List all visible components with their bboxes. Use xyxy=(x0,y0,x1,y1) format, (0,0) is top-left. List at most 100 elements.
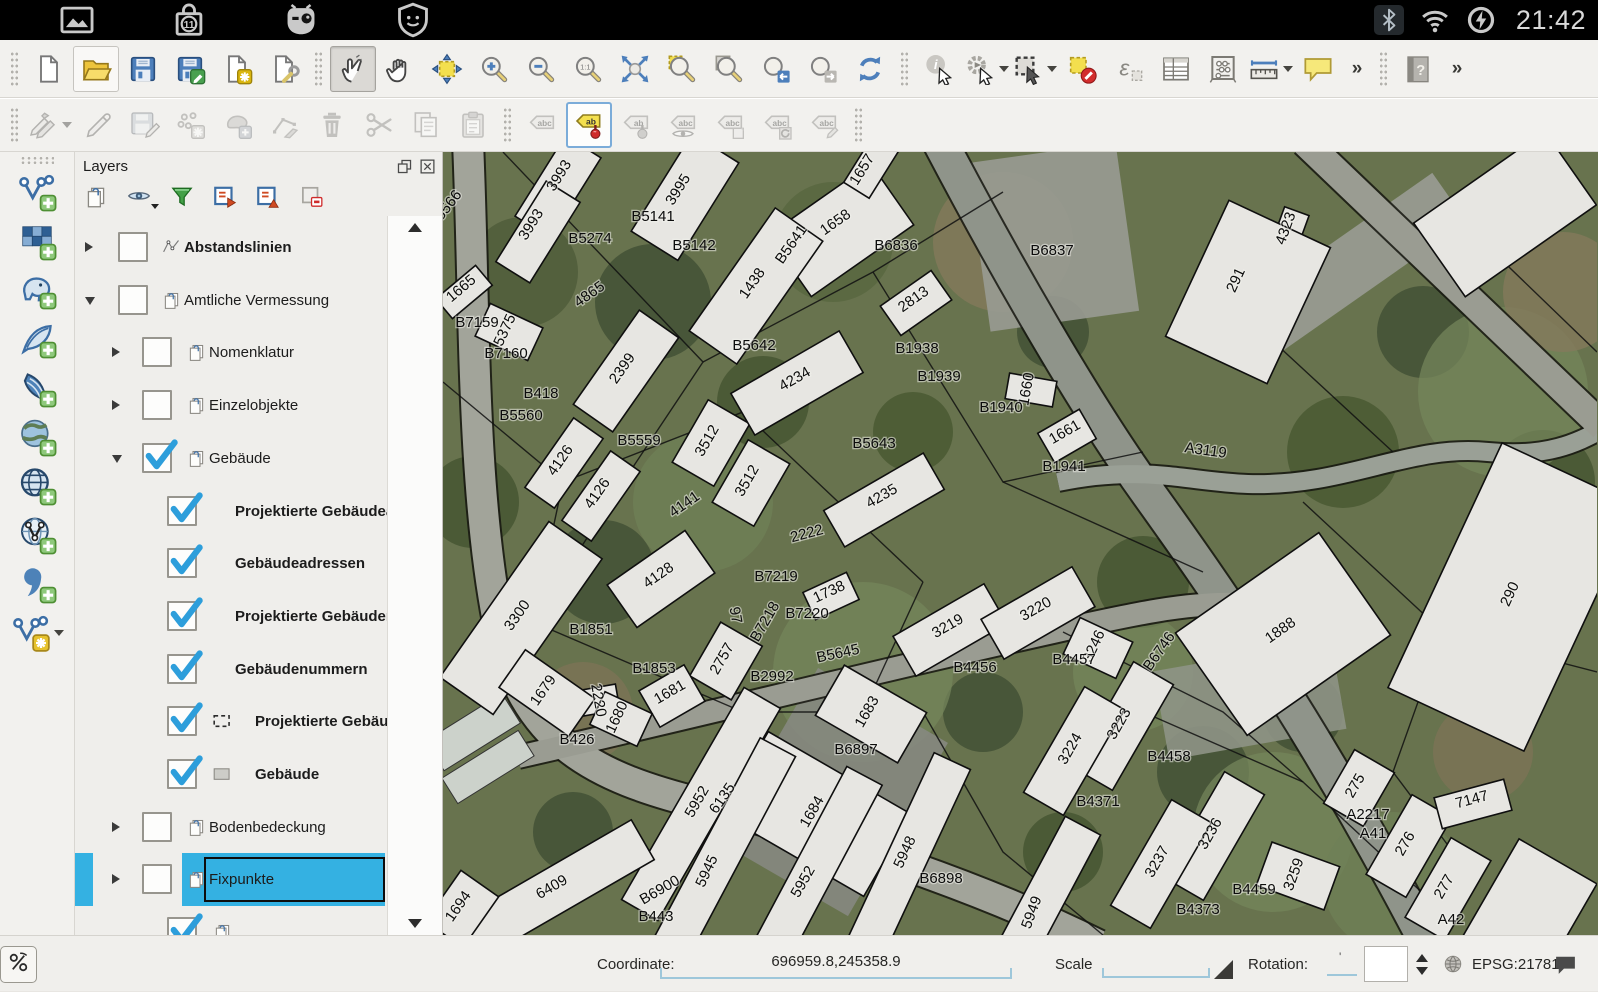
toggle-editing-button[interactable] xyxy=(74,102,120,148)
layer-tree-item-geb-udenummern[interactable]: Gebäudenummern xyxy=(75,643,388,696)
measure-button[interactable] xyxy=(1247,46,1294,92)
add-mssql-layer-button[interactable] xyxy=(6,363,68,412)
add-point-feature-button[interactable] xyxy=(168,102,214,148)
toolbar-overflow-button[interactable]: » xyxy=(1342,46,1372,92)
add-raster-layer-button[interactable] xyxy=(6,216,68,265)
layer-tree-item-bodenbedeckung[interactable]: Bodenbedeckung xyxy=(75,801,388,854)
layer-visibility-checkbox[interactable] xyxy=(142,811,172,842)
toolbar-drag-handle[interactable] xyxy=(20,156,54,165)
add-group-button[interactable] xyxy=(83,184,109,210)
pan-to-selection-button[interactable] xyxy=(424,46,470,92)
spin-down-icon[interactable] xyxy=(1416,966,1428,975)
zoom-native-button[interactable]: 1:1 xyxy=(565,46,611,92)
float-panel-button[interactable] xyxy=(396,158,413,175)
change-label-button[interactable]: abc xyxy=(801,102,847,148)
toolbar-drag-handle[interactable] xyxy=(10,50,19,87)
layer-visibility-checkbox[interactable] xyxy=(167,650,203,684)
expand-arrow-icon[interactable] xyxy=(112,400,120,411)
scroll-up-icon[interactable] xyxy=(408,223,422,232)
zoom-next-button[interactable] xyxy=(800,46,846,92)
layer-visibility-checkbox[interactable] xyxy=(142,864,172,895)
layer-visibility-checkbox[interactable] xyxy=(167,597,203,631)
deselect-features-button[interactable] xyxy=(1059,46,1105,92)
layer-tree-item-nomenklatur[interactable]: Nomenklatur xyxy=(75,326,388,379)
layer-tree-item[interactable] xyxy=(75,906,388,935)
add-delimited-text-layer-button[interactable] xyxy=(6,559,68,608)
layer-tree-item-fixpunkte[interactable]: Fixpunkte xyxy=(75,853,388,907)
collapse-all-button[interactable] xyxy=(255,184,281,210)
scroll-down-icon[interactable] xyxy=(408,919,422,928)
zoom-to-selection-button[interactable] xyxy=(659,46,705,92)
collapse-arrow-icon[interactable] xyxy=(85,296,95,305)
toolbar-drag-handle[interactable] xyxy=(1379,50,1388,87)
paste-features-button[interactable] xyxy=(450,102,496,148)
add-postgis-layer-button[interactable] xyxy=(6,265,68,314)
move-label-button[interactable]: abc xyxy=(707,102,753,148)
layers-scrollbar[interactable] xyxy=(387,216,442,935)
statistics-button[interactable] xyxy=(1200,46,1246,92)
copy-features-button[interactable] xyxy=(403,102,449,148)
cut-features-button[interactable] xyxy=(356,102,402,148)
toolbar-drag-handle[interactable] xyxy=(503,107,512,143)
layer-visibility-checkbox[interactable] xyxy=(167,913,203,935)
scale-dropdown-icon[interactable] xyxy=(1214,960,1233,979)
expand-arrow-icon[interactable] xyxy=(112,821,120,832)
layer-visibility-checkbox[interactable] xyxy=(118,284,148,315)
refresh-map-button[interactable] xyxy=(847,46,893,92)
filter-legend-button[interactable] xyxy=(169,184,195,210)
touch-zoom-button[interactable] xyxy=(330,45,376,92)
highlight-pinned-labels-button[interactable]: ab xyxy=(613,102,659,148)
attribute-table-button[interactable] xyxy=(1153,46,1199,92)
layer-tree-item-einzelobjekte[interactable]: Einzelobjekte xyxy=(75,379,388,432)
new-print-composer-button[interactable] xyxy=(214,46,260,92)
expand-arrow-icon[interactable] xyxy=(112,347,120,358)
add-wcs-layer-button[interactable] xyxy=(6,461,68,510)
zoom-to-layer-button[interactable] xyxy=(706,46,752,92)
open-project-button[interactable] xyxy=(73,45,119,92)
save-project-as-button[interactable] xyxy=(167,46,213,92)
manage-visibility-button[interactable] xyxy=(126,184,159,210)
zoom-full-button[interactable] xyxy=(612,46,658,92)
layer-visibility-checkbox[interactable] xyxy=(142,439,178,473)
new-project-button[interactable] xyxy=(26,46,72,92)
close-panel-button[interactable] xyxy=(419,158,436,175)
show-hide-labels-button[interactable]: abc xyxy=(660,102,706,148)
spin-up-icon[interactable] xyxy=(1416,953,1428,962)
layer-visibility-checkbox[interactable] xyxy=(167,755,203,789)
add-polygon-feature-button[interactable] xyxy=(215,102,261,148)
layer-visibility-checkbox[interactable] xyxy=(167,702,203,737)
select-by-expression-button[interactable]: ε xyxy=(1106,46,1152,92)
vertex-tool-button[interactable] xyxy=(262,102,308,148)
layer-tree-item-abstandslinien[interactable]: Abstandslinien xyxy=(75,221,388,274)
rotation-spin-arrows[interactable] xyxy=(1412,946,1432,982)
scale-combobox[interactable] xyxy=(1102,950,1210,978)
current-edits-button[interactable] xyxy=(26,102,73,148)
expand-all-button[interactable] xyxy=(212,184,238,210)
save-edits-button[interactable] xyxy=(121,102,167,148)
new-shapefile-layer-button[interactable] xyxy=(6,608,68,657)
layer-tree-item-geb-udeadressen[interactable]: Gebäudeadressen xyxy=(75,537,388,590)
message-log-icon[interactable] xyxy=(1553,952,1578,977)
add-wms-layer-button[interactable] xyxy=(6,412,68,461)
layer-tree-item-amtliche-vermessung[interactable]: Amtliche Vermessung xyxy=(75,274,388,327)
layer-visibility-checkbox[interactable] xyxy=(118,232,148,262)
collapse-arrow-icon[interactable] xyxy=(112,454,122,463)
add-wfs-layer-button[interactable] xyxy=(6,510,68,559)
toolbar-drag-handle[interactable] xyxy=(314,50,323,87)
delete-selected-button[interactable] xyxy=(309,102,355,148)
layer-tree-item-geb-ude[interactable]: Gebäude xyxy=(75,748,388,801)
pin-labels-button[interactable]: ab xyxy=(566,102,612,148)
layer-visibility-checkbox[interactable] xyxy=(167,491,203,526)
expand-arrow-icon[interactable] xyxy=(112,874,120,885)
layer-visibility-checkbox[interactable] xyxy=(167,544,203,579)
map-tips-button[interactable] xyxy=(1295,46,1341,92)
rotate-label-button[interactable]: abc xyxy=(754,102,800,148)
select-features-button[interactable] xyxy=(1011,46,1058,92)
composer-manager-button[interactable] xyxy=(261,46,307,92)
toolbar-drag-handle[interactable] xyxy=(10,107,19,143)
add-spatialite-layer-button[interactable] xyxy=(6,314,68,363)
layer-visibility-checkbox[interactable] xyxy=(142,390,172,421)
labeling-options-button[interactable]: abc xyxy=(519,102,565,148)
rotation-field[interactable] xyxy=(1327,950,1357,976)
identify-features-button[interactable]: i xyxy=(916,46,962,92)
